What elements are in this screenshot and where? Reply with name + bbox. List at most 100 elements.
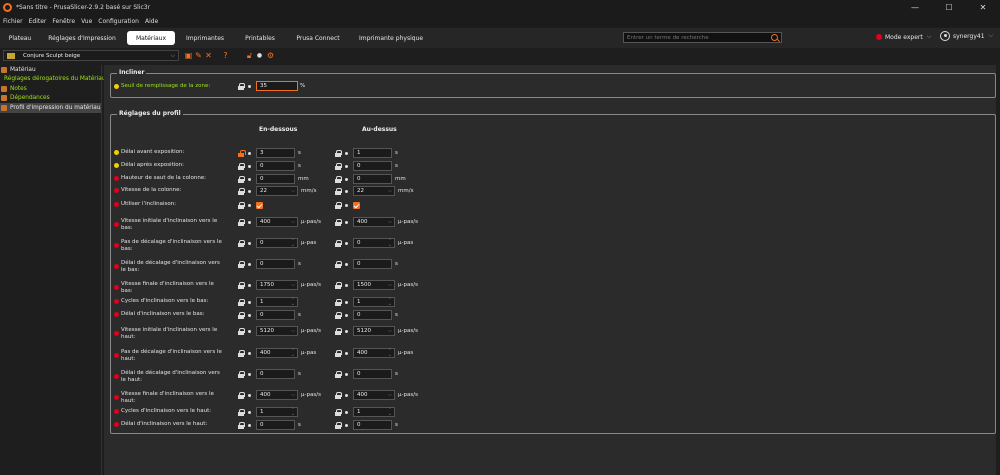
lock-icon[interactable] (237, 299, 245, 306)
system-value-dot-icon[interactable] (345, 190, 348, 193)
system-value-dot-icon[interactable] (248, 190, 251, 193)
lock-icon[interactable] (237, 83, 245, 90)
system-value-dot-icon[interactable] (248, 394, 251, 397)
setting-input-down[interactable]: 1 ⌃ ⌄ (256, 297, 298, 307)
inclinaison-checkbox-down[interactable] (256, 202, 263, 209)
setting-input-up[interactable]: 0 (353, 174, 392, 184)
tab-printables[interactable]: Printables (238, 31, 282, 45)
spinner-arrows-icon[interactable]: ⌃ ⌄ (291, 408, 295, 417)
chevron-down-icon[interactable]: ⌵ (388, 282, 392, 288)
preset-select[interactable]: Conjure Sculpt beige ⌵ (3, 50, 179, 61)
system-value-dot-icon[interactable] (248, 85, 251, 88)
delete-preset-icon[interactable]: ✕ (204, 51, 213, 60)
user-account[interactable]: synergy41 ⌵ (940, 31, 993, 41)
system-value-dot-icon[interactable] (345, 394, 348, 397)
system-value-dot-icon[interactable] (345, 330, 348, 333)
unlock-icon[interactable]: 🔓︎ (245, 51, 254, 60)
lock-icon[interactable] (237, 261, 245, 268)
system-value-dot-icon[interactable] (248, 263, 251, 266)
lock-icon[interactable] (334, 312, 342, 319)
chevron-down-icon[interactable]: ⌵ (291, 328, 295, 334)
setting-input-down[interactable]: 0 ⌃ ⌄ (256, 238, 298, 248)
lock-icon[interactable] (334, 282, 342, 289)
lock-icon[interactable] (334, 219, 342, 226)
lock-icon[interactable] (237, 219, 245, 226)
spinner-arrows-icon[interactable]: ⌃ ⌄ (291, 239, 295, 248)
lock-icon[interactable] (334, 176, 342, 183)
setting-input-up[interactable]: 0 (353, 161, 392, 171)
lock-icon[interactable] (334, 409, 342, 416)
system-value-dot-icon[interactable] (248, 221, 251, 224)
seuil-remplissage-input[interactable]: 35 (256, 81, 298, 91)
mode-selector[interactable]: Mode expert ⌵ (876, 33, 931, 41)
lock-icon[interactable] (334, 392, 342, 399)
system-value-dot-icon[interactable] (248, 178, 251, 181)
setting-input-down[interactable]: 0 (256, 174, 295, 184)
sidebar-item-dependances[interactable]: Dépendances (0, 94, 101, 104)
setting-input-down[interactable]: 400 ⌃ ⌄ (256, 348, 298, 358)
chevron-down-icon[interactable]: ⌵ (388, 392, 392, 398)
lock-icon[interactable] (334, 240, 342, 247)
chevron-down-icon[interactable]: ⌵ (291, 188, 295, 194)
system-value-dot-icon[interactable] (248, 424, 251, 427)
sidebar-item-profil-impression[interactable]: Profil d'impression du matériau (0, 103, 101, 113)
system-value-dot-icon[interactable] (345, 242, 348, 245)
lock-icon[interactable] (237, 240, 245, 247)
system-value-dot-icon[interactable] (248, 330, 251, 333)
tab-materiaux[interactable]: Matériaux (127, 31, 175, 45)
unlock-icon[interactable] (237, 150, 246, 157)
setting-input-down[interactable]: 5120 ⌵ (256, 326, 298, 336)
lock-icon[interactable] (334, 261, 342, 268)
maximize-button[interactable]: ☐ (932, 0, 966, 15)
lock-icon[interactable] (334, 350, 342, 357)
lock-icon[interactable] (334, 371, 342, 378)
chevron-down-icon[interactable]: ⌵ (291, 219, 295, 225)
lock-icon[interactable] (334, 150, 342, 157)
help-icon[interactable]: ? (221, 51, 230, 60)
chevron-down-icon[interactable]: ⌵ (388, 219, 392, 225)
system-value-dot-icon[interactable] (345, 424, 348, 427)
spinner-arrows-icon[interactable]: ⌃ ⌄ (388, 239, 392, 248)
lock-icon[interactable] (237, 350, 245, 357)
lock-icon[interactable] (334, 188, 342, 195)
sidebar-item-notes[interactable]: Notes (0, 84, 101, 94)
setting-input-down[interactable]: 1750 ⌵ (256, 280, 298, 290)
setting-input-down[interactable]: 0 (256, 420, 295, 430)
sidebar-item-reglages-derogatoires[interactable]: Réglages dérogatoires du Matériau (0, 75, 106, 85)
system-value-dot-icon[interactable] (345, 284, 348, 287)
lock-icon[interactable] (334, 328, 342, 335)
setting-input-down[interactable]: 0 (256, 259, 295, 269)
setting-input-up[interactable]: 1 ⌃ ⌄ (353, 407, 395, 417)
setting-input-down[interactable]: 1 ⌃ ⌄ (256, 407, 298, 417)
system-value-dot-icon[interactable] (248, 242, 251, 245)
setting-input-up[interactable]: 0 (353, 369, 392, 379)
system-value-dot-icon[interactable] (248, 352, 251, 355)
search-input[interactable] (624, 34, 764, 41)
lock-icon[interactable] (237, 409, 245, 416)
chevron-down-icon[interactable]: ⌵ (291, 282, 295, 288)
system-value-dot-icon[interactable] (345, 165, 348, 168)
lock-icon[interactable] (237, 176, 245, 183)
spinner-arrows-icon[interactable]: ⌃ ⌄ (388, 298, 392, 307)
setting-input-up[interactable]: 5120 ⌵ (353, 326, 395, 336)
save-preset-icon[interactable]: ▣ (184, 51, 193, 60)
system-value-dot-icon[interactable] (345, 314, 348, 317)
menu-editer[interactable]: Editer (26, 18, 50, 25)
lock-icon[interactable] (237, 188, 245, 195)
system-value-dot-icon[interactable] (248, 411, 251, 414)
setting-input-up[interactable]: 22 ⌵ (353, 186, 395, 196)
lock-icon[interactable] (334, 202, 342, 209)
system-value-dot-icon[interactable] (345, 373, 348, 376)
setting-input-up[interactable]: 0 ⌃ ⌄ (353, 238, 395, 248)
lock-icon[interactable] (237, 163, 245, 170)
tab-prusa-connect[interactable]: Prusa Connect (291, 31, 345, 45)
lock-icon[interactable] (237, 282, 245, 289)
spinner-arrows-icon[interactable]: ⌃ ⌄ (291, 298, 295, 307)
tab-reglages-impression[interactable]: Réglages d'Impression (46, 31, 118, 45)
setting-input-down[interactable]: 22 ⌵ (256, 186, 298, 196)
setting-input-up[interactable]: 400 ⌵ (353, 390, 395, 400)
tab-imprimante-physique[interactable]: Imprimante physique (355, 31, 427, 45)
chevron-down-icon[interactable]: ⌵ (388, 328, 392, 334)
sidebar-item-materiau[interactable]: Matériau (0, 65, 101, 75)
lock-icon[interactable] (237, 422, 245, 429)
